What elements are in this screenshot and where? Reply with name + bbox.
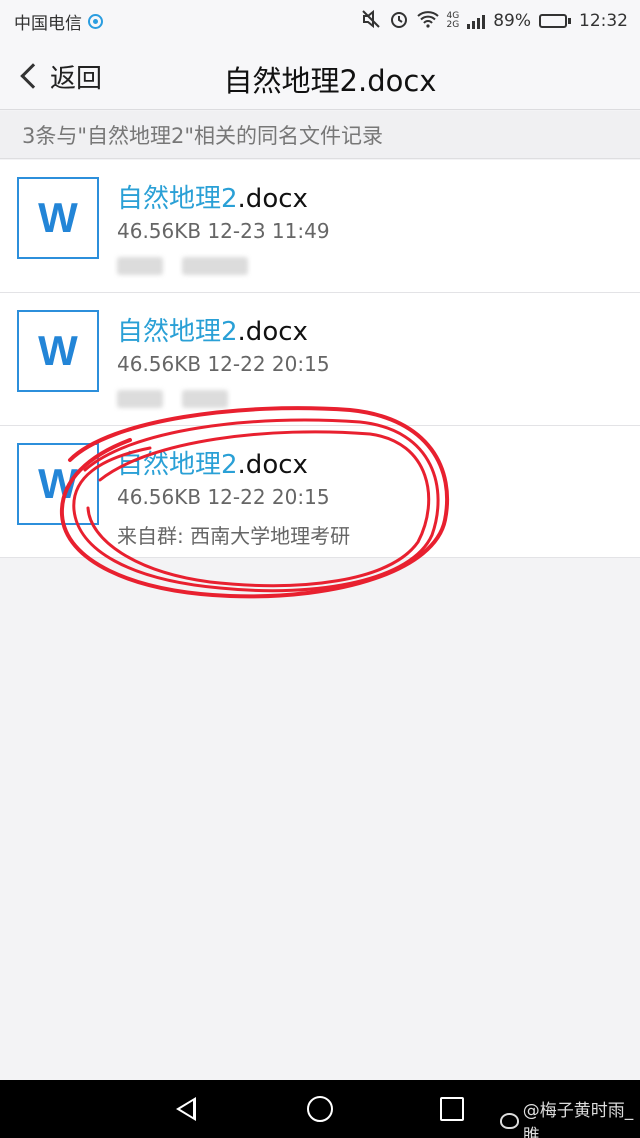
- file-meta: 46.56KB 12-23 11:49: [117, 219, 330, 243]
- results-summary: 3条与"自然地理2"相关的同名文件记录: [0, 111, 640, 159]
- file-name-ext: .docx: [237, 450, 308, 480]
- wifi-icon: [416, 10, 439, 33]
- file-name-highlight: 自然地理2: [117, 317, 238, 347]
- status-right: 4G 2G 89% 12:32: [361, 9, 628, 34]
- carrier-name: 中国电信: [14, 13, 82, 34]
- redacted-source: [182, 390, 228, 408]
- file-item[interactable]: W 自然地理2.docx 46.56KB 12-22 20:15: [0, 293, 640, 426]
- weibo-icon: [500, 1113, 519, 1129]
- word-doc-icon: W: [17, 443, 99, 525]
- file-item[interactable]: W 自然地理2.docx 46.56KB 12-23 11:49: [0, 160, 640, 293]
- network-type: 4G 2G: [447, 12, 460, 30]
- file-name: 自然地理2.docx: [117, 311, 308, 348]
- nav-recent-icon[interactable]: [440, 1097, 464, 1121]
- watermark: @梅子黄时雨_雎: [500, 1096, 640, 1138]
- status-left: 中国电信: [14, 9, 103, 34]
- battery-percent: 89%: [493, 11, 531, 31]
- mute-icon: [361, 9, 381, 34]
- signal-icon: [467, 13, 486, 29]
- file-name-highlight: 自然地理2: [117, 184, 238, 214]
- word-doc-icon: W: [17, 177, 99, 259]
- file-meta: 46.56KB 12-22 20:15: [117, 485, 330, 509]
- redacted-source: [117, 390, 163, 408]
- carrier-badge-icon: [88, 13, 103, 29]
- nav-back-icon[interactable]: [176, 1097, 196, 1121]
- status-bar: 中国电信 4G 2G 89% 12:32: [0, 0, 640, 42]
- alarm-icon: [389, 9, 409, 34]
- title-bar: 返回 自然地理2.docx: [0, 42, 640, 110]
- file-source: 来自群: 西南大学地理考研: [117, 524, 351, 548]
- word-icon-letter: W: [38, 194, 78, 241]
- redacted-source: [182, 257, 248, 275]
- word-icon-letter: W: [38, 460, 78, 507]
- file-name-highlight: 自然地理2: [117, 450, 238, 480]
- file-list: W 自然地理2.docx 46.56KB 12-23 11:49 W 自然地理2…: [0, 160, 640, 558]
- file-name: 自然地理2.docx: [117, 178, 308, 215]
- watermark-text: @梅子黄时雨_雎: [522, 1101, 634, 1138]
- file-name-ext: .docx: [237, 317, 308, 347]
- word-icon-letter: W: [38, 327, 78, 374]
- file-item[interactable]: W 自然地理2.docx 46.56KB 12-22 20:15 来自群: 西南…: [0, 426, 640, 558]
- word-doc-icon: W: [17, 310, 99, 392]
- file-name-ext: .docx: [237, 184, 308, 214]
- redacted-source: [117, 257, 163, 275]
- net-type-bottom: 2G: [446, 20, 460, 30]
- file-meta: 46.56KB 12-22 20:15: [117, 352, 330, 376]
- battery-icon: [539, 14, 571, 28]
- page-title: 自然地理2.docx: [223, 64, 437, 98]
- clock: 12:32: [579, 11, 628, 31]
- nav-home-icon[interactable]: [307, 1096, 333, 1122]
- file-name: 自然地理2.docx: [117, 444, 308, 481]
